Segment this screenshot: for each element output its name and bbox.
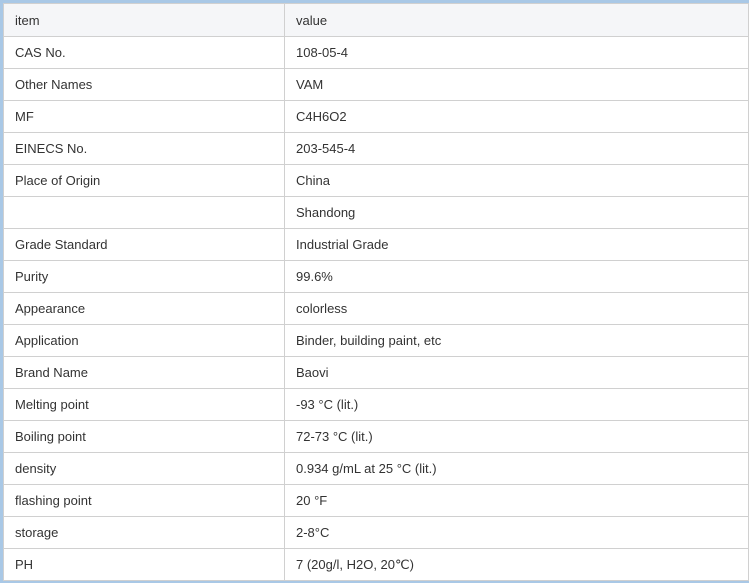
row-item: Melting point <box>3 388 285 421</box>
table-row: MF C4H6O2 <box>3 100 749 133</box>
table-row: Appearance colorless <box>3 292 749 325</box>
row-item: Grade Standard <box>3 228 285 261</box>
row-item <box>3 196 285 229</box>
row-item: PH <box>3 548 285 581</box>
row-item: Purity <box>3 260 285 293</box>
row-item: Brand Name <box>3 356 285 389</box>
row-item: flashing point <box>3 484 285 517</box>
table-row: Other Names VAM <box>3 68 749 101</box>
row-value: Binder, building paint, etc <box>284 324 749 357</box>
row-value: 72-73 °C (lit.) <box>284 420 749 453</box>
spec-table: item value CAS No. 108-05-4 Other Names VAM… <box>3 3 749 581</box>
spec-table-container: item value CAS No. 108-05-4 Other Names VAM… <box>0 0 749 583</box>
row-value: China <box>284 164 749 197</box>
row-value: 99.6% <box>284 260 749 293</box>
row-item: Place of Origin <box>3 164 285 197</box>
row-value: Baovi <box>284 356 749 389</box>
row-value: C4H6O2 <box>284 100 749 133</box>
row-item: Application <box>3 324 285 357</box>
row-item: MF <box>3 100 285 133</box>
table-row: storage 2-8°C <box>3 516 749 549</box>
row-item: storage <box>3 516 285 549</box>
row-value: 203-545-4 <box>284 132 749 165</box>
table-header-row: item value <box>3 3 749 37</box>
row-value: 20 °F <box>284 484 749 517</box>
table-row: flashing point 20 °F <box>3 484 749 517</box>
row-value: colorless <box>284 292 749 325</box>
header-value: value <box>284 3 749 37</box>
header-item: item <box>3 3 285 37</box>
table-row: Place of Origin China <box>3 164 749 197</box>
row-value: 7 (20g/l, H2O, 20℃) <box>284 548 749 581</box>
row-value: -93 °C (lit.) <box>284 388 749 421</box>
table-row: Boiling point 72-73 °C (lit.) <box>3 420 749 453</box>
row-item: EINECS No. <box>3 132 285 165</box>
row-item: Other Names <box>3 68 285 101</box>
row-item: Appearance <box>3 292 285 325</box>
table-row: EINECS No. 203-545-4 <box>3 132 749 165</box>
row-value: 108-05-4 <box>284 36 749 69</box>
row-item: Boiling point <box>3 420 285 453</box>
table-row: density 0.934 g/mL at 25 °C (lit.) <box>3 452 749 485</box>
table-row: PH 7 (20g/l, H2O, 20℃) <box>3 548 749 581</box>
table-row: Grade Standard Industrial Grade <box>3 228 749 261</box>
table-row: Shandong <box>3 196 749 229</box>
table-row: Purity 99.6% <box>3 260 749 293</box>
row-value: VAM <box>284 68 749 101</box>
row-value: 0.934 g/mL at 25 °C (lit.) <box>284 452 749 485</box>
table-row: CAS No. 108-05-4 <box>3 36 749 69</box>
table-row: Melting point -93 °C (lit.) <box>3 388 749 421</box>
row-value: 2-8°C <box>284 516 749 549</box>
row-item: CAS No. <box>3 36 285 69</box>
row-item: density <box>3 452 285 485</box>
row-value: Shandong <box>284 196 749 229</box>
table-row: Application Binder, building paint, etc <box>3 324 749 357</box>
row-value: Industrial Grade <box>284 228 749 261</box>
table-row: Brand Name Baovi <box>3 356 749 389</box>
